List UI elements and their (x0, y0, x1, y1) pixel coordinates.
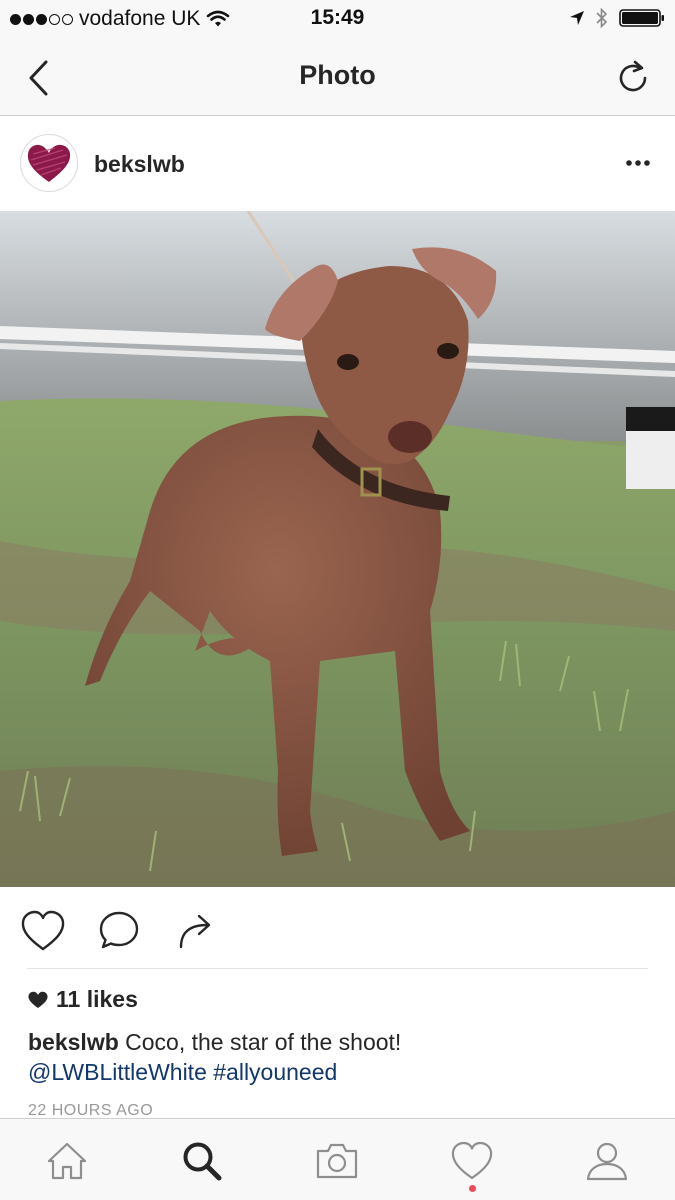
location-arrow-icon (570, 11, 584, 25)
share-button[interactable] (170, 906, 220, 956)
caption-mention-link[interactable]: @LWBLittleWhite (28, 1059, 207, 1085)
battery-icon (619, 9, 664, 27)
navigation-bar: Photo (0, 38, 675, 116)
more-options-button[interactable] (623, 150, 653, 176)
comment-button[interactable] (94, 906, 144, 956)
tab-bar (0, 1118, 675, 1200)
page-title: Photo (299, 60, 376, 90)
like-button[interactable] (18, 906, 68, 956)
avatar[interactable] (20, 134, 78, 192)
caption-text: Coco, the star of the shoot! (118, 1029, 402, 1055)
dog-photo (0, 211, 675, 887)
post-caption: bekslwb Coco, the star of the shoot! @LW… (28, 1027, 648, 1087)
status-icons (569, 7, 665, 29)
heart-scribble-icon (27, 144, 71, 182)
heart-outline-icon (21, 910, 65, 951)
comment-bubble-icon (99, 911, 139, 949)
bluetooth-icon (596, 7, 608, 29)
caption-username[interactable]: bekslwb (28, 1029, 119, 1055)
home-icon (47, 1142, 87, 1180)
heart-filled-icon (28, 991, 48, 1008)
tab-home[interactable] (37, 1133, 97, 1189)
likes-count[interactable]: 11 likes (28, 986, 138, 1013)
more-dots-icon (626, 160, 650, 166)
caption-hashtag-link[interactable]: #allyouneed (213, 1059, 337, 1085)
tab-activity[interactable] (442, 1133, 502, 1189)
tab-profile[interactable] (577, 1133, 637, 1189)
status-bar: vodafone UK 15:49 (0, 0, 675, 38)
refresh-button[interactable] (611, 56, 655, 100)
search-icon (183, 1142, 222, 1181)
refresh-icon (619, 60, 647, 92)
post-header: bekslwb (0, 117, 675, 211)
tab-search[interactable] (172, 1133, 232, 1189)
post-actions (0, 890, 675, 970)
profile-icon (586, 1142, 628, 1181)
post-photo[interactable] (0, 211, 675, 887)
activity-heart-icon (451, 1141, 493, 1180)
camera-icon (316, 1143, 358, 1179)
tab-camera[interactable] (307, 1133, 367, 1189)
notification-dot (469, 1185, 476, 1192)
post-username[interactable]: bekslwb (94, 151, 185, 178)
share-arrow-icon (179, 914, 211, 949)
divider (27, 968, 648, 969)
likes-label: 11 likes (56, 986, 138, 1012)
